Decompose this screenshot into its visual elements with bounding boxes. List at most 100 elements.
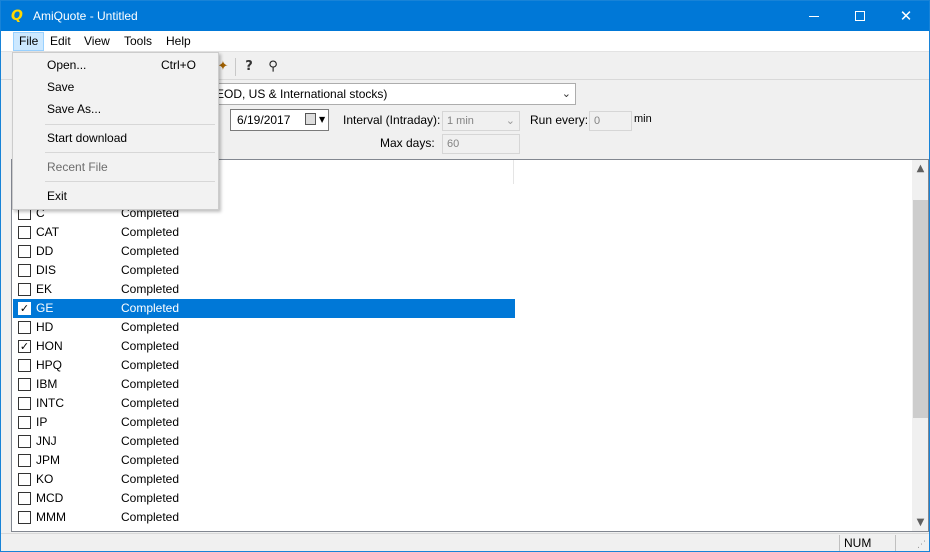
date-picker[interactable]: 6/19/2017 ▼ (230, 109, 329, 131)
scroll-down-icon[interactable]: ▼ (912, 514, 928, 531)
column-separator (513, 160, 514, 184)
dropdown-arrow-icon[interactable]: ▼ (319, 110, 325, 130)
checkbox[interactable] (18, 245, 31, 258)
file-menu-dropdown: Open... Ctrl+O Save Save As... Start dow… (12, 52, 219, 210)
menu-help[interactable]: Help (161, 32, 196, 51)
maximize-button[interactable] (837, 1, 883, 31)
data-source-value: EOD, US & International stocks) (216, 87, 388, 101)
run-every-label: Run every: (530, 113, 589, 127)
ticker-row[interactable]: KO Completed (13, 470, 515, 489)
menu-item-exit[interactable]: Exit (15, 185, 216, 207)
close-button[interactable]: ✕ (883, 1, 929, 31)
ticker-symbol: IBM (36, 377, 58, 391)
amiquote-app-icon[interactable]: Q (9, 8, 25, 24)
menu-item-open-shortcut: Ctrl+O (160, 58, 196, 72)
menu-file[interactable]: File (13, 32, 45, 51)
chevron-down-icon: ⌄ (561, 87, 571, 100)
ticker-row[interactable]: IBM Completed (13, 375, 515, 394)
ticker-row[interactable]: ✓ GE Completed (13, 299, 515, 318)
data-source-select[interactable]: EOD, US & International stocks) ⌄ (211, 83, 576, 105)
checkbox[interactable] (18, 473, 31, 486)
ticker-status: Completed (121, 320, 180, 334)
interval-label: Interval (Intraday): (343, 113, 441, 127)
menu-view[interactable]: View (79, 32, 115, 51)
ticker-status: Completed (121, 263, 180, 277)
menu-item-open-label: Open... (47, 58, 87, 72)
checkbox[interactable] (18, 454, 31, 467)
menu-item-open[interactable]: Open... Ctrl+O (15, 54, 216, 76)
ticker-symbol: EK (36, 282, 53, 296)
ticker-row[interactable]: MMM Completed (13, 508, 515, 527)
checkbox[interactable] (18, 321, 31, 334)
ticker-symbol: MMM (36, 510, 66, 524)
calendar-icon[interactable] (305, 113, 316, 125)
menu-tools[interactable]: Tools (119, 32, 157, 51)
checkbox[interactable] (18, 226, 31, 239)
minimize-icon (809, 15, 819, 17)
checkbox[interactable] (18, 492, 31, 505)
menu-bar: File Edit View Tools Help (1, 31, 929, 52)
title-bar[interactable]: Q AmiQuote - Untitled ✕ (1, 1, 929, 31)
checkbox[interactable] (18, 283, 31, 296)
interval-select: 1 min ⌄ (442, 111, 520, 131)
checkbox-checked[interactable]: ✓ (18, 340, 31, 353)
run-every-field: 0 (589, 111, 632, 131)
menu-separator (45, 181, 215, 182)
ticker-status: Completed (121, 358, 180, 372)
max-days-value: 60 (447, 138, 460, 150)
close-icon: ✕ (899, 6, 913, 25)
ticker-row[interactable]: HD Completed (13, 318, 515, 337)
chevron-down-icon: ⌄ (505, 114, 515, 127)
ticker-status: Completed (121, 510, 180, 524)
scroll-up-icon[interactable]: ▲ (912, 160, 928, 177)
num-lock-indicator: NUM (839, 535, 895, 551)
ticker-row[interactable]: DIS Completed (13, 261, 515, 280)
ticker-symbol: HPQ (36, 358, 63, 372)
ticker-symbol: GE (36, 301, 54, 315)
checkbox[interactable] (18, 397, 31, 410)
ticker-status: Completed (121, 282, 180, 296)
minimize-button[interactable] (791, 1, 837, 31)
date-value: 6/19/2017 (237, 113, 291, 127)
scrollbar-thumb[interactable] (913, 200, 928, 418)
status-bar: NUM ⋰ (1, 533, 929, 551)
checkbox[interactable] (18, 416, 31, 429)
checkbox[interactable] (18, 378, 31, 391)
checkbox[interactable] (18, 359, 31, 372)
ticker-symbol: MCD (36, 491, 64, 505)
ticker-symbol: JPM (36, 453, 60, 467)
ticker-row[interactable]: HPQ Completed (13, 356, 515, 375)
ticker-symbol: DIS (36, 263, 57, 277)
resize-grip-icon[interactable]: ⋰ (917, 540, 927, 550)
ticker-row[interactable]: DD Completed (13, 242, 515, 261)
menu-item-save[interactable]: Save (15, 76, 216, 98)
app-window: Q AmiQuote - Untitled ✕ File Edit View T… (0, 0, 930, 552)
menu-separator (45, 124, 215, 125)
menu-item-start-download[interactable]: Start download (15, 127, 216, 149)
status-pane-empty (895, 535, 915, 551)
run-every-unit: min (634, 113, 652, 125)
ticker-list[interactable]: C Completed CAT Completed DD Completed DIS Comp… (11, 159, 929, 532)
help-icon[interactable]: ? (239, 57, 259, 77)
ticker-symbol: CAT (36, 225, 60, 239)
ticker-row[interactable]: JNJ Completed (13, 432, 515, 451)
menu-edit[interactable]: Edit (45, 32, 76, 51)
checkbox[interactable] (18, 435, 31, 448)
vertical-scrollbar[interactable]: ▲ ▼ (912, 160, 928, 531)
checkbox-checked[interactable]: ✓ (18, 302, 31, 315)
ticker-row[interactable]: IP Completed (13, 413, 515, 432)
ticker-row[interactable]: JPM Completed (13, 451, 515, 470)
interval-value: 1 min (447, 115, 474, 127)
ticker-row[interactable]: MCD Completed (13, 489, 515, 508)
ticker-row[interactable]: INTC Completed (13, 394, 515, 413)
ticker-row[interactable]: EK Completed (13, 280, 515, 299)
checkbox[interactable] (18, 264, 31, 277)
ticker-row[interactable]: CAT Completed (13, 223, 515, 242)
checkbox[interactable] (18, 511, 31, 524)
menu-separator (45, 152, 215, 153)
ticker-row[interactable]: ✓ HON Completed (13, 337, 515, 356)
ticker-symbol: JNJ (36, 434, 57, 448)
find-icon[interactable]: ⚲ (263, 57, 283, 77)
ticker-status: Completed (121, 396, 180, 410)
menu-item-save-as[interactable]: Save As... (15, 98, 216, 120)
